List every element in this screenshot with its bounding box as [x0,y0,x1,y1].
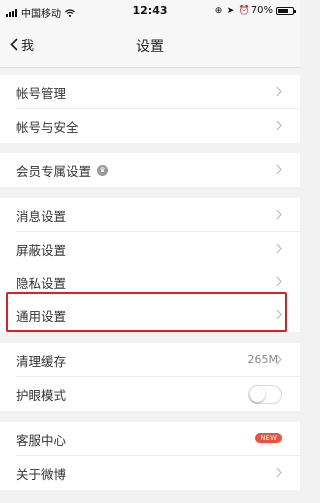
setting-about-weibo[interactable]: 关于微博 [0,456,300,490]
chevron-right-icon [276,467,282,478]
setting-clear-cache[interactable]: 清理缓存 265M [0,343,300,377]
chevron-right-icon [276,86,282,97]
alarm-icon: ⏰ [238,5,250,16]
setting-eye-protection: 护眼模式 [0,377,300,411]
toggle-knob [250,387,265,402]
status-bar: 中国移动 12:43 ⊕ ➤ ⏰ 70% [0,0,300,22]
setting-message[interactable]: 消息设置 [0,198,300,232]
setting-label: 隐私设置 [16,275,67,291]
location-icon: ➤ [226,5,235,16]
chevron-right-icon [276,120,282,131]
battery-icon [276,6,296,15]
setting-label: 帐号管理 [16,85,67,101]
setting-label: 关于微博 [16,466,67,482]
chevron-right-icon [276,276,282,287]
setting-label: 客服中心 [16,432,67,448]
setting-label: 护眼模式 [16,387,67,403]
navigation-bar: 我 设置 [0,22,300,68]
cache-size-value: 265M [247,353,279,366]
setting-block[interactable]: 屏蔽设置 [0,232,300,266]
setting-label: 消息设置 [16,208,67,224]
eye-protection-toggle[interactable] [248,385,282,404]
setting-customer-service[interactable]: 客服中心 NEW [0,422,300,456]
highlight-box [6,292,287,332]
status-right: ⊕ ➤ ⏰ 70% [211,5,296,16]
chevron-right-icon [276,354,282,365]
chevron-right-icon [276,164,282,175]
setting-label: 会员专属设置 [16,163,92,179]
setting-account-management[interactable]: 帐号管理 [0,75,300,109]
battery-percent: 70% [250,5,273,16]
setting-label: 清理缓存 [16,353,67,369]
setting-label: 帐号与安全 [16,119,79,135]
page-title: 设置 [136,39,164,55]
vip-crown-icon: ♛ [97,164,109,176]
chevron-right-icon [276,243,282,254]
setting-label: 屏蔽设置 [16,242,67,258]
new-badge: NEW [255,433,282,443]
lock-rotation-icon: ⊕ [214,5,223,16]
chevron-right-icon [276,209,282,220]
setting-vip-exclusive[interactable]: 会员专属设置 ♛ [0,153,300,187]
setting-account-security[interactable]: 帐号与安全 [0,109,300,143]
